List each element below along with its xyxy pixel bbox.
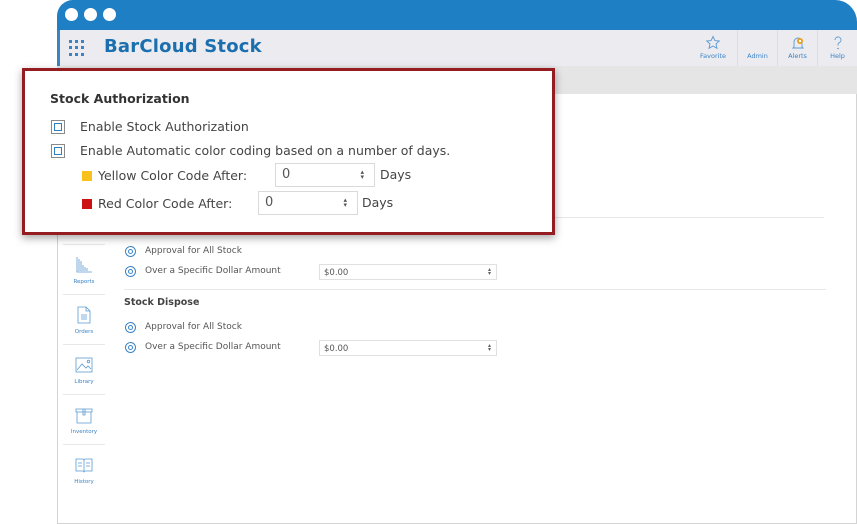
red-swatch-icon (82, 198, 92, 209)
enable-stock-authorization-row[interactable]: Enable Stock Authorization (51, 119, 249, 134)
sidebar-item-reports[interactable]: Reports (63, 244, 105, 294)
app-header: BarCloud Stock Favorite Admin Alerts Hel… (57, 30, 857, 66)
red-color-code-row: Red Color Code After: (82, 196, 232, 211)
stock-dispose-title: Stock Dispose (124, 297, 200, 308)
spinner-icon[interactable]: ▴ ▾ (343, 197, 347, 209)
sidebar-item-inventory[interactable]: Inventory (63, 394, 105, 444)
star-icon (705, 35, 721, 50)
section-divider (124, 289, 826, 290)
app-grid-icon[interactable] (69, 40, 85, 56)
dispose-dollar-amount-option[interactable]: Over a Specific Dollar Amount (125, 340, 281, 354)
top-actions: Favorite Admin Alerts Help (689, 30, 857, 66)
transfer-dollar-amount-option[interactable]: Over a Specific Dollar Amount (125, 264, 281, 278)
spinner-icon[interactable]: ▴ ▾ (360, 169, 364, 181)
yellow-swatch-icon (82, 170, 92, 181)
window-dot-icon[interactable] (103, 8, 116, 21)
radio-button[interactable] (125, 341, 136, 353)
radio-button[interactable] (125, 245, 136, 257)
document-icon (77, 306, 91, 323)
admin-button[interactable]: Admin (737, 30, 777, 66)
sidebar: Reports Orders Library Inventory History (63, 244, 105, 494)
favorite-button[interactable]: Favorite (689, 30, 737, 66)
question-icon (834, 36, 841, 50)
box-icon (75, 408, 93, 423)
image-icon (75, 357, 93, 372)
bell-icon (791, 37, 804, 49)
yellow-days-input[interactable]: 0 ▴ ▾ (275, 163, 375, 187)
bar-chart-icon (76, 256, 92, 272)
red-days-input[interactable]: 0 ▴ ▾ (258, 191, 358, 215)
window-dot-icon[interactable] (84, 8, 97, 21)
radio-button[interactable] (125, 321, 136, 333)
sidebar-item-history[interactable]: History (63, 444, 105, 494)
window-dot-icon[interactable] (65, 8, 78, 21)
yellow-color-code-row: Yellow Color Code After: (82, 168, 247, 183)
enable-stock-authorization-checkbox[interactable] (51, 119, 65, 134)
transfer-amount-input[interactable]: $0.00 ▴ ▾ (319, 264, 497, 280)
alerts-button[interactable]: Alerts (777, 30, 817, 66)
dispose-amount-input[interactable]: $0.00 ▴ ▾ (319, 340, 497, 356)
red-days-unit: Days (362, 195, 394, 210)
book-icon (75, 458, 93, 473)
enable-color-coding-checkbox[interactable] (51, 143, 65, 158)
sidebar-item-library[interactable]: Library (63, 344, 105, 394)
help-button[interactable]: Help (817, 30, 857, 66)
stock-authorization-callout: Stock Authorization Enable Stock Authori… (22, 68, 555, 235)
enable-color-coding-row[interactable]: Enable Automatic color coding based on a… (51, 143, 450, 158)
dispose-approval-all-option[interactable]: Approval for All Stock (125, 320, 242, 334)
spinner-icon[interactable]: ▴ ▾ (488, 267, 491, 277)
transfer-approval-all-option[interactable]: Approval for All Stock (125, 244, 242, 258)
app-title: BarCloud Stock (104, 36, 262, 57)
yellow-days-unit: Days (380, 167, 412, 182)
radio-button[interactable] (125, 265, 136, 277)
sidebar-item-orders[interactable]: Orders (63, 294, 105, 344)
spinner-icon[interactable]: ▴ ▾ (488, 343, 491, 353)
window-titlebar (57, 0, 857, 30)
section-title: Stock Authorization (50, 91, 190, 106)
